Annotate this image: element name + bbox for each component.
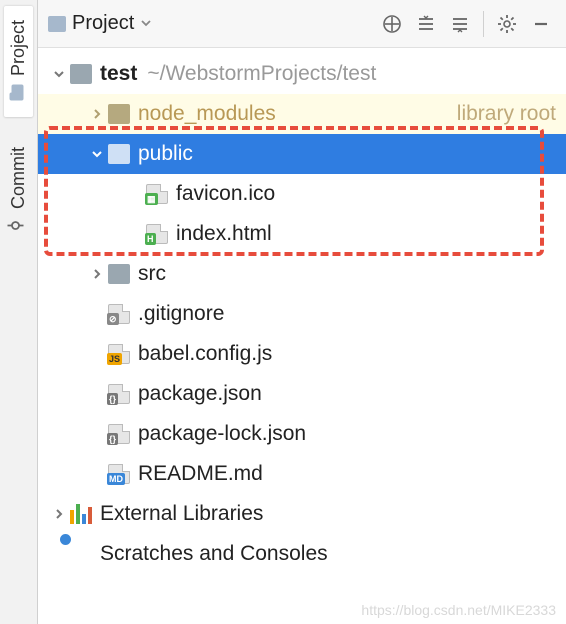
tree-node-index-html[interactable]: H index.html xyxy=(38,214,566,254)
tree-node-favicon[interactable]: ▦ favicon.ico xyxy=(38,174,566,214)
tree-node-label: External Libraries xyxy=(100,502,263,526)
tree-node-label: package.json xyxy=(138,382,262,406)
html-file-icon: H xyxy=(146,224,168,244)
json-file-icon: {} xyxy=(108,424,130,444)
tree-node-node-modules[interactable]: node_modules library root xyxy=(38,94,566,134)
js-file-icon: JS xyxy=(108,344,130,364)
folder-icon xyxy=(70,64,92,84)
tree-node-scratches[interactable]: Scratches and Consoles xyxy=(38,534,566,574)
commit-icon xyxy=(8,218,29,234)
tree-node-path: ~/WebstormProjects/test xyxy=(147,62,376,86)
tree-node-babel-config[interactable]: JS babel.config.js xyxy=(38,334,566,374)
tree-node-package-json[interactable]: {} package.json xyxy=(38,374,566,414)
scratches-icon xyxy=(70,544,92,564)
library-folder-icon xyxy=(108,104,130,124)
tree-node-label: favicon.ico xyxy=(176,182,275,206)
external-libraries-icon xyxy=(70,504,92,524)
folder-icon xyxy=(108,264,130,284)
expand-all-button[interactable] xyxy=(409,7,443,41)
ignore-file-icon: ⊘ xyxy=(108,304,130,324)
tree-node-note: library root xyxy=(457,102,556,126)
tree-node-gitignore[interactable]: ⊘ .gitignore xyxy=(38,294,566,334)
folder-icon xyxy=(48,16,66,32)
json-file-icon: {} xyxy=(108,384,130,404)
chevron-down-icon xyxy=(140,12,152,35)
watermark: https://blog.csdn.net/MIKE2333 xyxy=(361,602,556,618)
project-toolbar: Project xyxy=(38,0,566,48)
view-mode-dropdown[interactable]: Project xyxy=(48,12,152,35)
tree-node-label: index.html xyxy=(176,222,272,246)
view-mode-label: Project xyxy=(72,12,134,35)
select-opened-file-button[interactable] xyxy=(375,7,409,41)
folder-icon xyxy=(8,85,29,101)
tree-node-label: node_modules xyxy=(138,102,447,126)
separator xyxy=(483,11,484,37)
tree-node-label: babel.config.js xyxy=(138,342,272,366)
settings-button[interactable] xyxy=(490,7,524,41)
collapse-all-button[interactable] xyxy=(443,7,477,41)
tree-node-label: Scratches and Consoles xyxy=(100,542,328,566)
tree-node-label: package-lock.json xyxy=(138,422,306,446)
side-tab-label: Commit xyxy=(8,147,29,209)
folder-icon xyxy=(108,144,130,164)
tree-node-label: public xyxy=(138,142,193,166)
side-tab-label: Project xyxy=(8,20,29,76)
tree-node-readme[interactable]: MD README.md xyxy=(38,454,566,494)
chevron-right-icon[interactable] xyxy=(86,263,108,285)
project-tree: test ~/WebstormProjects/test node_module… xyxy=(38,48,566,624)
tree-node-src[interactable]: src xyxy=(38,254,566,294)
image-file-icon: ▦ xyxy=(146,184,168,204)
side-tab-commit[interactable]: Commit xyxy=(8,137,29,246)
chevron-down-icon[interactable] xyxy=(48,63,70,85)
tree-node-label: README.md xyxy=(138,462,263,486)
chevron-right-icon[interactable] xyxy=(86,103,108,125)
markdown-file-icon: MD xyxy=(108,464,130,484)
tree-node-package-lock[interactable]: {} package-lock.json xyxy=(38,414,566,454)
side-tab-project[interactable]: Project xyxy=(4,6,33,117)
tree-node-label: .gitignore xyxy=(138,302,224,326)
tool-window-tabs: Project Commit xyxy=(0,0,38,624)
tree-node-label: src xyxy=(138,262,166,286)
chevron-down-icon[interactable] xyxy=(86,143,108,165)
tree-node-external-libraries[interactable]: External Libraries xyxy=(38,494,566,534)
tree-node-public[interactable]: public xyxy=(38,134,566,174)
hide-button[interactable] xyxy=(524,7,558,41)
chevron-right-icon[interactable] xyxy=(48,503,70,525)
tree-node-root[interactable]: test ~/WebstormProjects/test xyxy=(38,54,566,94)
tree-node-label: test xyxy=(100,62,137,86)
